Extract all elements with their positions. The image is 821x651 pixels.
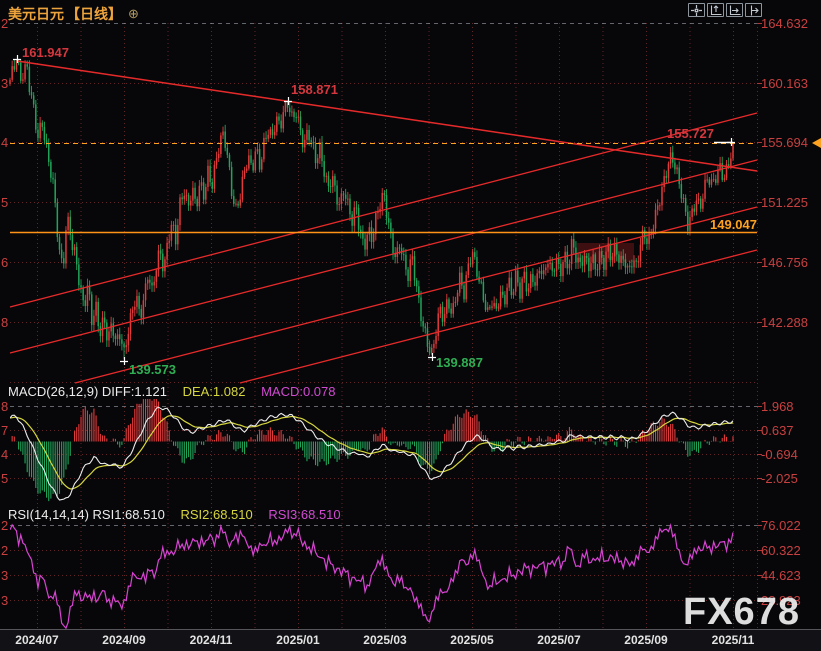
x-axis-label: 2024/11 [185, 633, 237, 647]
scale-x-axis-icon[interactable] [726, 3, 743, 17]
left-axis-digit: 5 [1, 195, 11, 210]
swing-low-label: 139.887 [436, 355, 483, 370]
y-axis-label: 151.225 [761, 195, 819, 210]
y-axis-label: 146.756 [761, 255, 819, 270]
rsi-legend: RSI(14,14,14) RSI1:68.510 RSI2:68.510 RS… [8, 507, 353, 522]
x-axis-label: 2025/05 [446, 633, 498, 647]
left-axis-digit: 3 [1, 593, 11, 608]
macd-axis-label: -2.025 [761, 471, 819, 486]
rsi-params-rsi1[interactable]: RSI(14,14,14) RSI1:68.510 [8, 507, 165, 522]
watermark: FX678 [683, 591, 800, 634]
left-axis-digit: 6 [1, 255, 11, 270]
left-axis-digit: 2 [1, 16, 11, 31]
x-axis-label: 2025/09 [620, 633, 672, 647]
x-axis-label: 2024/09 [98, 633, 150, 647]
macd-axis-label: 1.968 [761, 399, 819, 414]
x-axis-label: 2025/07 [533, 633, 585, 647]
chart-canvas[interactable] [0, 0, 821, 651]
current-price-arrow-icon [812, 138, 821, 148]
swing-high-label: 155.727 [667, 126, 714, 141]
chart-toolbar [688, 3, 762, 17]
rsi-axis-label: 60.322 [761, 543, 819, 558]
rsi-axis-label: 44.623 [761, 568, 819, 583]
left-axis-digit: 4 [1, 447, 11, 462]
left-axis-digit: 8 [1, 315, 11, 330]
left-axis-digit: 5 [1, 471, 11, 486]
y-axis-label: 160.163 [761, 76, 819, 91]
left-axis-digit: 3 [1, 76, 11, 91]
x-axis-label: 2024/07 [11, 633, 63, 647]
swing-low-label: 139.573 [129, 362, 176, 377]
period-label: 【日线】 [66, 4, 122, 24]
chart-title: 美元日元 【日线】 ⊕ [8, 4, 139, 24]
macd-params-diff[interactable]: MACD(26,12,9) DIFF:1.121 [8, 384, 167, 399]
macd-axis-label: -0.694 [761, 447, 819, 462]
y-axis-label: 155.694 [761, 135, 819, 150]
swing-high-label: 158.871 [291, 82, 338, 97]
left-axis-digit: 4 [1, 135, 11, 150]
crosshair-icon[interactable] [688, 3, 705, 17]
rsi3-value: RSI3:68.510 [268, 507, 340, 522]
scale-y-axis-icon[interactable] [707, 3, 724, 17]
rsi-axis-label: 76.022 [761, 518, 819, 533]
y-axis-label: 164.632 [761, 16, 819, 31]
swing-high-label: 161.947 [22, 45, 69, 60]
y-axis-label: 142.288 [761, 315, 819, 330]
macd-hist-value: MACD:0.078 [261, 384, 335, 399]
add-indicator-icon[interactable]: ⊕ [128, 6, 139, 22]
x-axis-label: 2025/01 [272, 633, 324, 647]
left-axis-digit: 3 [1, 568, 11, 583]
macd-dea-value: DEA:1.082 [183, 384, 246, 399]
left-axis-digit: 8 [1, 399, 11, 414]
support-level-label: 149.047 [703, 217, 757, 232]
symbol-name: 美元日元 [8, 4, 64, 24]
x-axis-label: 2025/11 [707, 633, 759, 647]
rsi2-value: RSI2:68.510 [180, 507, 252, 522]
macd-legend: MACD(26,12,9) DIFF:1.121 DEA:1.082 MACD:… [8, 384, 348, 399]
left-axis-digit: 2 [1, 543, 11, 558]
trading-chart-window: 美元日元 【日线】 ⊕ 164.632 160.163 155.694 151.… [0, 0, 821, 651]
macd-axis-label: 0.637 [761, 423, 819, 438]
left-axis-digit: 7 [1, 423, 11, 438]
scroll-to-latest-icon[interactable] [745, 3, 762, 17]
x-axis-label: 2025/03 [359, 633, 411, 647]
